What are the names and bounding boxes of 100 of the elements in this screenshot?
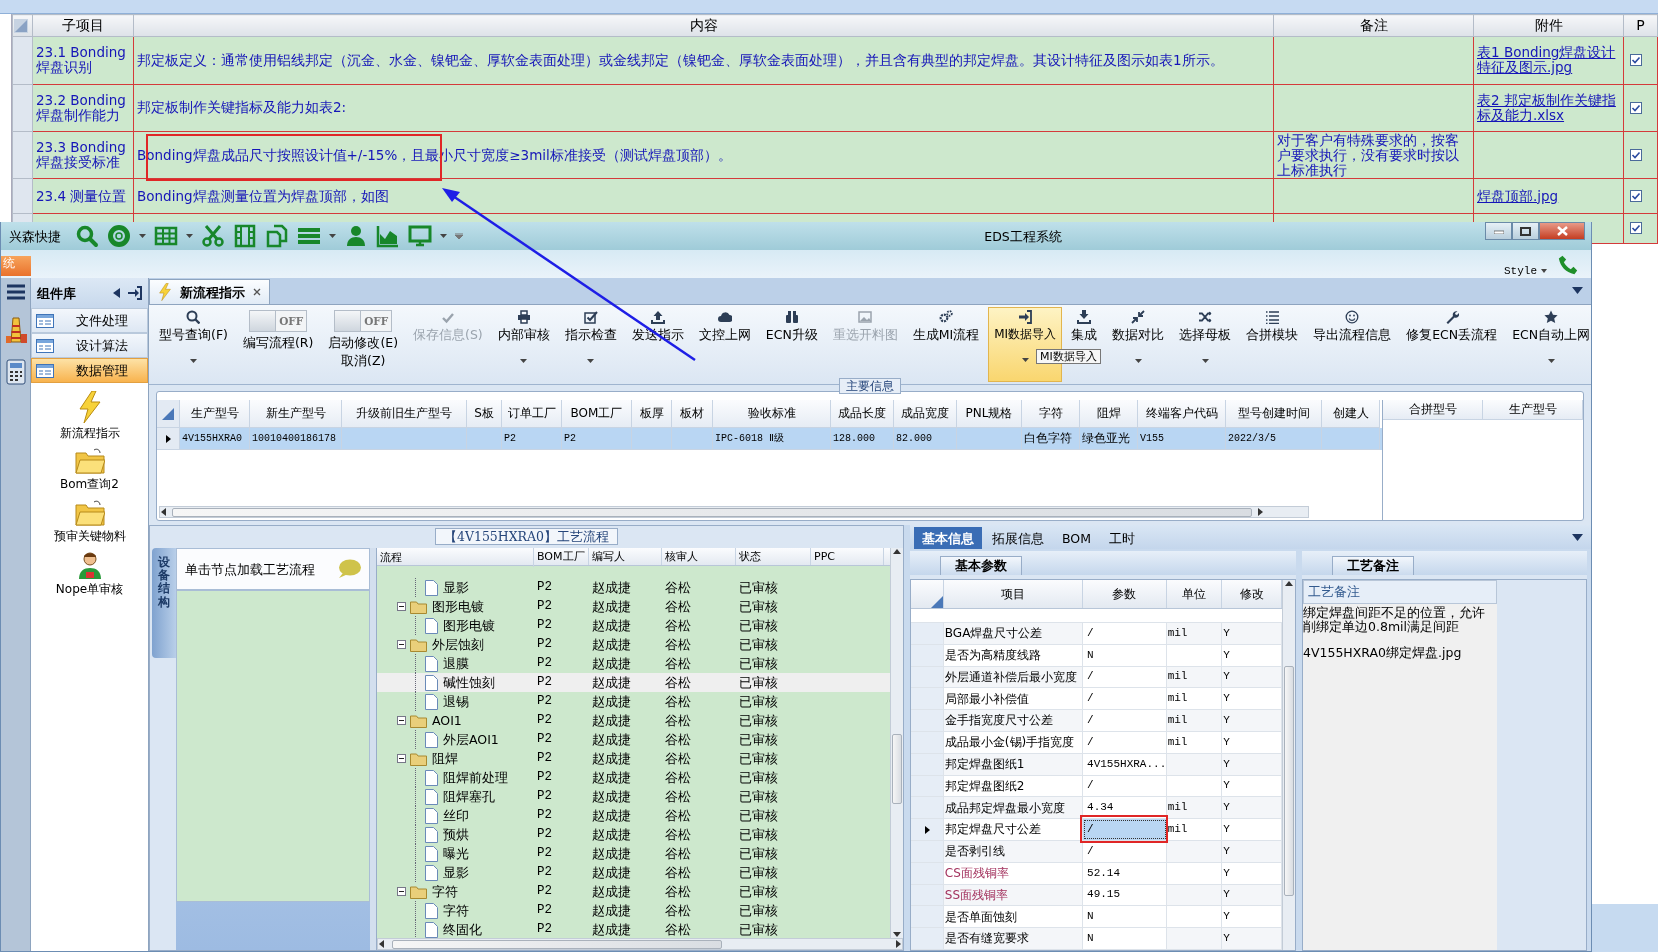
side-tab[interactable]: 设备结构 [152,548,176,658]
ribbon-button[interactable]: 型号查询(F) [153,307,234,366]
tab[interactable]: 工艺备注 [1332,556,1414,575]
tree-node-label[interactable]: 退锡 [443,694,469,709]
table-row[interactable]: 局部最小补偿值 / mil Y [911,688,1282,711]
tab[interactable]: 基本信息 [914,527,982,549]
column-header[interactable]: PPC [811,548,884,565]
style-menu[interactable]: Style [1504,264,1547,278]
tree-node-label[interactable]: 阻焊塞孔 [443,789,495,804]
attachment-link[interactable]: 表2 邦定板制作关键指标及能力.xlsx [1477,92,1620,123]
column-header[interactable]: 状态 [736,548,811,565]
column-header[interactable]: 参数 [1083,580,1167,609]
column-header[interactable]: 合拼型号 [1383,400,1483,420]
table-row[interactable]: 成品邦定焊盘最小宽度 4.34 mil Y [911,797,1282,820]
column-header[interactable]: 生产型号 [1483,400,1583,420]
document-tab[interactable]: 新流程指示 [149,279,270,304]
table-cell[interactable]: / [1083,819,1167,840]
tree-node-label[interactable]: 丝印 [443,808,469,823]
table-row[interactable]: 金手指宽度尺寸公差 / mil Y [911,710,1282,733]
table-row[interactable]: 成品最小金(锡)手指宽度 / mil Y [911,732,1282,754]
column-header[interactable]: 成品宽度 [894,400,957,428]
column-header[interactable]: 订单工厂 [502,400,562,428]
toggle-switch[interactable]: OFF [249,310,308,332]
category-item[interactable]: 数据管理 [31,358,148,383]
column-header[interactable]: 升级前旧生产型号 [342,400,467,428]
table-cell[interactable]: / [1083,841,1167,862]
column-header[interactable]: 附件 [1473,14,1624,37]
table-row[interactable]: 是否单面蚀刻 N Y [911,906,1282,929]
tool-item[interactable]: 预审关键物料 [31,499,148,544]
tree-node-label[interactable]: 外层蚀刻 [432,637,484,652]
column-header[interactable]: 流程 [377,548,534,567]
tab[interactable]: 工时 [1101,527,1143,549]
ribbon-button[interactable]: 文控上网 [692,307,757,345]
column-header[interactable]: S板 [467,400,502,428]
column-header[interactable]: 内容 [133,14,1274,37]
ribbon-button[interactable]: ECN升级 [759,307,824,345]
tree-node-label[interactable]: 字符 [432,884,458,899]
column-header[interactable]: 型号创建时间 [1226,400,1322,428]
attachment-link[interactable]: 焊盘顶部.jpg [1477,188,1620,204]
column-header[interactable]: 创建人 [1322,400,1380,428]
tree-node-label[interactable]: 退膜 [443,656,469,671]
tree-row[interactable]: 碱性蚀刻 P2 赵成捷 谷松 已审核 [377,673,890,692]
tree-node-label[interactable]: 曝光 [443,846,469,861]
column-header[interactable]: 板厚 [632,400,672,428]
tool-item[interactable]: 新流程指示 [31,391,148,441]
table-row[interactable]: CS面残铜率 52.14 Y [911,862,1282,885]
column-header[interactable]: 板材 [672,400,713,428]
ribbon-button[interactable]: 选择母板 [1173,307,1238,366]
column-header[interactable]: 验收标准 [713,400,831,428]
tree-node-label[interactable]: 字符 [443,903,469,918]
tab[interactable]: 拓展信息 [984,527,1052,549]
attachment-link[interactable]: 表1 Bonding焊盘设计特征及图示.jpg [1477,45,1620,76]
table-cell[interactable]: / [1083,710,1167,732]
tree-node-label[interactable]: 外层AOI1 [443,732,499,747]
column-header[interactable]: 编写人 [589,548,662,565]
ribbon-button[interactable]: 生成MI流程 [906,307,986,345]
table-row[interactable]: 是否剥引线 / Y [911,841,1282,863]
column-header[interactable]: PNL规格 [957,400,1022,428]
column-header[interactable]: P [1623,14,1658,37]
table-cell[interactable]: 4V155HXRA... [1083,753,1167,775]
tree-node-label[interactable]: 图形电镀 [432,599,484,614]
column-header[interactable]: 成品长度 [831,400,894,428]
table-row[interactable]: 邦定焊盘图纸1 4V155HXRA... Y [911,753,1282,776]
table-cell[interactable]: / [1083,666,1167,688]
column-header[interactable]: 新生产型号 [250,400,342,428]
tree-node-label[interactable]: 阻焊前处理 [443,770,508,785]
tree-node-label[interactable]: 预烘 [443,827,469,842]
tree-node-label[interactable]: AOI1 [432,713,462,728]
table-row[interactable]: 是否有缝宽要求 N Y [911,928,1282,950]
tree-node-label[interactable]: 图形电镀 [443,618,495,633]
tool-item[interactable]: Bom查询2 [31,448,148,492]
ribbon-button[interactable]: 内部审核 [491,307,556,366]
tab[interactable]: BOM [1054,527,1099,549]
column-header[interactable]: 子项目 [32,14,134,37]
table-row[interactable]: 邦定焊盘尺寸公差 / mil Y [911,819,1282,841]
column-header[interactable]: 终端客户代码 [1138,400,1226,428]
tree-node-label[interactable]: 显影 [443,580,469,595]
ribbon-button[interactable]: ECN自动上网 [1506,307,1597,366]
column-header[interactable]: BOM工厂 [534,548,589,565]
ribbon-button[interactable]: 指示检查 [558,307,623,366]
table-cell[interactable]: / [1083,623,1167,644]
column-header[interactable]: 备注 [1273,14,1474,37]
category-item[interactable]: 设计算法 [31,333,148,358]
tree-node-label[interactable]: 终固化 [443,922,482,937]
column-header[interactable]: 核审人 [662,548,736,565]
column-header[interactable]: 项目 [943,580,1084,609]
table-cell[interactable]: 49.15 [1083,884,1167,906]
table-cell[interactable]: 4.34 [1083,797,1167,819]
tree-node-label[interactable]: 碱性蚀刻 [443,675,495,690]
table-row[interactable]: BGA焊盘尺寸公差 / mil Y [911,623,1282,645]
table-row[interactable]: 邦定焊盘图纸2 / Y [911,775,1282,798]
table-row[interactable]: 外层通道补偿后最小宽度 / mil Y [911,666,1282,689]
table-row[interactable]: 4V155HXRA0 10010400186178 P2 P2 IPC-6018 Ⅱ级 128.000 82.000 白色字符 绿色亚光 V155 2022/3/5 [157,428,1382,450]
tab[interactable]: 基本参数 [940,556,1022,575]
toggle-switch[interactable]: OFF [334,310,393,332]
tree-node-label[interactable]: 阻焊 [432,751,458,766]
ribbon-button[interactable]: 集成 [1065,307,1104,345]
column-header[interactable]: 单位 [1166,580,1223,609]
column-header[interactable]: 字符 [1022,400,1080,428]
ribbon-button[interactable]: 导出流程信息 [1307,307,1398,345]
